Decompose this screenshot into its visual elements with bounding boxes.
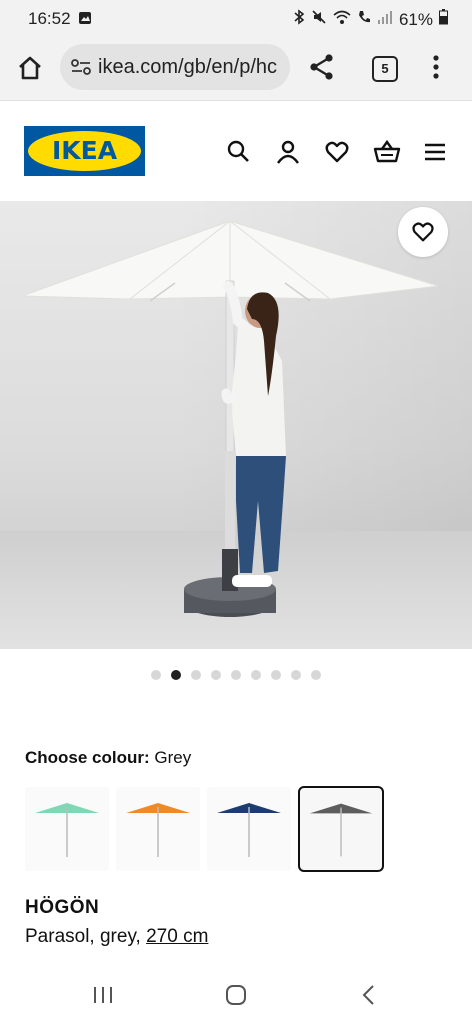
site-header: IKEA [0,101,472,201]
colour-swatch-blue[interactable] [207,787,291,871]
share-button[interactable] [308,53,336,86]
wifi-icon [333,9,351,30]
product-description: Parasol, grey, 270 cm [25,926,208,948]
carousel-dot[interactable] [251,670,261,680]
search-icon [227,140,249,162]
add-to-wishlist-button[interactable] [398,207,448,257]
home-button[interactable] [16,54,46,84]
hamburger-icon [425,143,445,161]
colour-swatch-green[interactable] [25,787,109,871]
wishlist-button[interactable] [324,139,350,165]
recent-apps-button[interactable] [92,984,114,1011]
recents-icon [94,987,112,1003]
more-options-button[interactable] [432,54,440,85]
menu-button[interactable] [423,139,449,165]
colour-label-text: Choose colour: [25,748,150,767]
product-type: Parasol, grey, [25,926,147,947]
ikea-logo[interactable]: IKEA [24,126,145,176]
home-icon [19,56,41,80]
share-icon [310,54,333,80]
colour-chooser-label: Choose colour: Grey [25,748,191,768]
selected-colour: Grey [154,748,192,767]
carousel-dot[interactable] [291,670,301,680]
home-nav-button[interactable] [225,984,247,1011]
carousel-dot[interactable] [151,670,161,680]
browser-toolbar: ikea.com/gb/en/p/hc 5 [0,38,472,101]
url-text[interactable]: ikea.com/gb/en/p/hc [98,56,277,79]
back-button[interactable] [360,984,378,1011]
user-icon [277,140,299,164]
heart-icon [412,222,434,242]
colour-swatch-grey[interactable] [298,786,384,872]
product-size-link[interactable]: 270 cm [146,926,208,947]
colour-swatch-orange[interactable] [116,787,200,871]
product-image[interactable] [0,201,472,649]
image-carousel-dots [0,670,472,682]
carousel-dot[interactable] [231,670,241,680]
site-settings-icon[interactable] [70,57,92,82]
parasol-thumbnail [126,803,190,857]
more-vert-icon [433,55,439,79]
status-time: 16:52 [28,9,71,28]
product-name: HÖGÖN [25,897,100,918]
search-button[interactable] [226,139,252,165]
logo-text: IKEA [51,136,118,165]
gallery-notification-icon [78,11,92,30]
basket-button[interactable] [373,139,401,165]
address-bar[interactable]: ikea.com/gb/en/p/hc [60,44,290,90]
carousel-dot[interactable] [211,670,221,680]
basket-icon [373,139,401,163]
parasol-thumbnail [35,803,99,857]
battery-icon [439,9,448,30]
home-circle-icon [226,985,246,1005]
parasol-thumbnail [217,803,281,857]
carousel-dot[interactable] [171,670,181,680]
signal-icon [377,9,393,30]
back-chevron-icon [362,985,374,1005]
account-button[interactable] [275,139,301,165]
mute-icon [311,9,327,30]
status-bar: 16:52 61% [0,0,472,38]
status-indicators: 61% [293,9,448,30]
carousel-dot[interactable] [271,670,281,680]
heart-icon [325,141,349,163]
battery-percent: 61% [398,9,433,29]
parasol-photo [21,220,439,617]
bluetooth-icon [293,9,305,30]
tab-switcher-button[interactable]: 5 [372,56,398,82]
carousel-dot[interactable] [311,670,321,680]
call-icon [357,9,371,30]
carousel-dot[interactable] [191,670,201,680]
parasol-thumbnail [309,803,373,857]
system-nav-bar [0,966,472,1024]
